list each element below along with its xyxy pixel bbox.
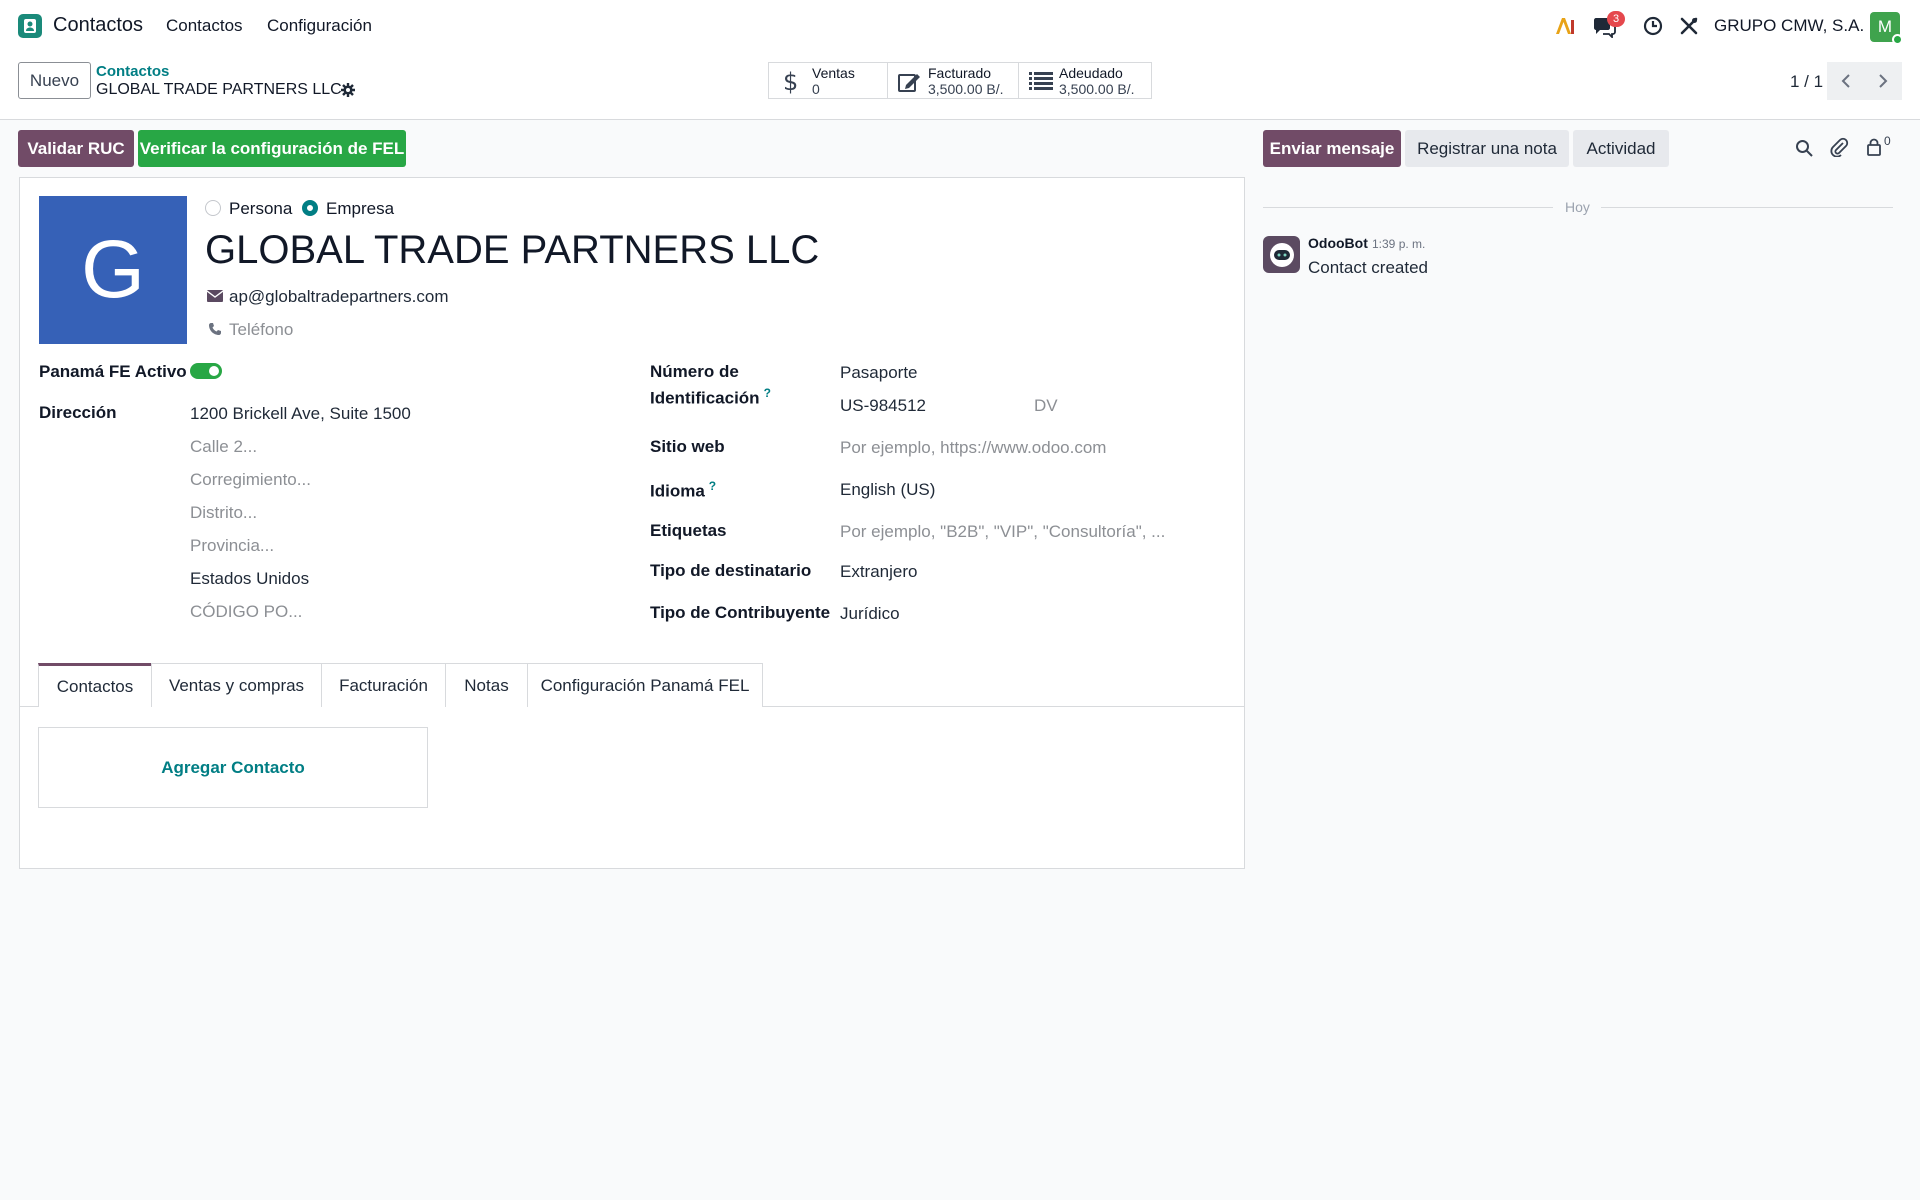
contact-name[interactable]: GLOBAL TRADE PARTNERS LLC bbox=[205, 228, 819, 273]
tab-notas[interactable]: Notas bbox=[445, 663, 528, 707]
smart-label: Facturado bbox=[928, 65, 992, 81]
help-icon[interactable]: ? bbox=[764, 386, 771, 400]
messages-badge: 3 bbox=[1607, 11, 1625, 27]
id-number-label-line1: Número de bbox=[650, 362, 739, 381]
gear-icon[interactable] bbox=[341, 83, 355, 97]
id-number-label-text: Identificación bbox=[650, 388, 760, 408]
edit-icon bbox=[898, 71, 922, 93]
ai-icon[interactable] bbox=[1554, 16, 1576, 36]
user-status-dot bbox=[1892, 34, 1903, 45]
street2-field[interactable]: Calle 2... bbox=[190, 437, 257, 457]
add-contact-card[interactable]: Agregar Contacto bbox=[38, 727, 428, 808]
smart-button-ventas[interactable]: $ Ventas 0 bbox=[768, 62, 888, 99]
clock-icon[interactable] bbox=[1643, 16, 1663, 36]
menu-contactos[interactable]: Contactos bbox=[166, 16, 243, 36]
tags-label: Etiquetas bbox=[650, 521, 727, 540]
smart-label: Ventas bbox=[812, 65, 855, 81]
street-field[interactable]: 1200 Brickell Ave, Suite 1500 bbox=[190, 404, 411, 424]
tab-facturacion[interactable]: Facturación bbox=[321, 663, 446, 707]
distrito-field[interactable]: Distrito... bbox=[190, 503, 257, 523]
smart-button-adeudado[interactable]: Adeudado 3,500.00 B/. bbox=[1018, 62, 1152, 99]
breadcrumb-parent[interactable]: Contactos bbox=[96, 63, 169, 80]
user-avatar-initial: M bbox=[1877, 17, 1893, 36]
verificar-fel-button[interactable]: Verificar la configuración de FEL bbox=[138, 130, 406, 167]
address-label: Dirección bbox=[39, 403, 117, 422]
tab-ventas-compras[interactable]: Ventas y compras bbox=[151, 663, 322, 707]
smart-label: Adeudado bbox=[1059, 65, 1123, 81]
smart-button-facturado[interactable]: Facturado 3,500.00 B/. bbox=[887, 62, 1019, 99]
list-icon bbox=[1029, 72, 1053, 90]
recipient-type-label: Tipo de destinatario bbox=[650, 561, 812, 580]
activity-button[interactable]: Actividad bbox=[1573, 130, 1669, 167]
fe-active-toggle[interactable] bbox=[190, 363, 222, 379]
taxpayer-type-label: Tipo de Contribuyente bbox=[650, 603, 831, 622]
toggle-knob bbox=[209, 366, 219, 376]
smart-value: 3,500.00 B/. bbox=[1059, 81, 1135, 97]
help-icon[interactable]: ? bbox=[709, 479, 716, 493]
svg-text:$: $ bbox=[783, 68, 797, 94]
language-label-text: Idioma bbox=[650, 481, 705, 501]
message-body: Contact created bbox=[1308, 258, 1429, 277]
country-field[interactable]: Estados Unidos bbox=[190, 569, 309, 589]
dv-field[interactable]: DV bbox=[1034, 396, 1058, 416]
tab-configuracion-fel[interactable]: Configuración Panamá FEL bbox=[527, 663, 763, 707]
envelope-icon bbox=[207, 290, 223, 302]
corregimiento-field[interactable]: Corregimiento... bbox=[190, 470, 311, 490]
validar-ruc-button[interactable]: Validar RUC bbox=[18, 130, 134, 167]
radio-empresa-label[interactable]: Empresa bbox=[326, 199, 394, 219]
pager-value[interactable]: 1 / 1 bbox=[1790, 72, 1823, 92]
phone-field[interactable]: Teléfono bbox=[229, 320, 293, 340]
contact-avatar-letter: G bbox=[81, 224, 145, 315]
company-switcher[interactable]: GRUPO CMW, S.A. bbox=[1714, 16, 1864, 36]
email-field[interactable]: ap@globaltradepartners.com bbox=[229, 287, 449, 307]
menu-configuracion[interactable]: Configuración bbox=[267, 16, 372, 36]
tools-icon[interactable] bbox=[1679, 16, 1699, 36]
paperclip-icon[interactable] bbox=[1829, 137, 1849, 157]
website-field[interactable]: Por ejemplo, https://www.odoo.com bbox=[840, 438, 1106, 458]
contact-avatar[interactable]: G bbox=[39, 196, 187, 344]
radio-persona[interactable] bbox=[205, 200, 221, 216]
id-type-select[interactable]: Pasaporte bbox=[840, 363, 918, 383]
date-divider-right bbox=[1601, 207, 1893, 208]
radio-persona-label[interactable]: Persona bbox=[229, 199, 292, 219]
website-label: Sitio web bbox=[650, 437, 725, 456]
followers-count: 0 bbox=[1884, 134, 1891, 148]
pager-previous[interactable] bbox=[1827, 62, 1865, 100]
smart-value: 0 bbox=[812, 81, 820, 97]
log-note-button[interactable]: Registrar una nota bbox=[1405, 130, 1569, 167]
tags-field[interactable]: Por ejemplo, "B2B", "VIP", "Consultoría"… bbox=[840, 522, 1165, 542]
chevron-right-icon bbox=[1879, 74, 1888, 88]
id-number-field[interactable]: US-984512 bbox=[840, 396, 926, 416]
message-time: 1:39 p. m. bbox=[1372, 237, 1426, 251]
radio-empresa[interactable] bbox=[302, 200, 318, 216]
odoobot-avatar bbox=[1263, 236, 1300, 273]
top-navbar: Contactos Contactos Configuración 3 GRUP… bbox=[0, 0, 1920, 52]
send-message-button[interactable]: Enviar mensaje bbox=[1263, 130, 1401, 167]
recipient-type-select[interactable]: Extranjero bbox=[840, 562, 917, 582]
breadcrumb-current: GLOBAL TRADE PARTNERS LLC bbox=[96, 81, 342, 98]
language-label: Idioma? bbox=[650, 479, 716, 502]
new-button[interactable]: Nuevo bbox=[18, 62, 91, 99]
search-icon[interactable] bbox=[1795, 139, 1813, 157]
date-divider-left bbox=[1263, 207, 1553, 208]
phone-icon bbox=[208, 322, 222, 336]
add-contact-button[interactable]: Agregar Contacto bbox=[161, 758, 305, 778]
followers-icon[interactable] bbox=[1866, 138, 1882, 156]
id-number-label-line2: Identificación? bbox=[650, 386, 771, 409]
zip-field[interactable]: CÓDIGO PO... bbox=[190, 602, 302, 622]
fe-active-label: Panamá FE Activo bbox=[39, 362, 187, 381]
smart-value: 3,500.00 B/. bbox=[928, 81, 1004, 97]
taxpayer-type-select[interactable]: Jurídico bbox=[840, 604, 900, 624]
tab-contactos[interactable]: Contactos bbox=[38, 663, 152, 707]
chevron-left-icon bbox=[1841, 74, 1850, 88]
dollar-icon: $ bbox=[783, 68, 797, 94]
date-separator: Hoy bbox=[1565, 199, 1590, 215]
pager-next[interactable] bbox=[1864, 62, 1902, 100]
app-name[interactable]: Contactos bbox=[53, 14, 143, 37]
language-select[interactable]: English (US) bbox=[840, 480, 935, 500]
provincia-field[interactable]: Provincia... bbox=[190, 536, 274, 556]
message-author[interactable]: OdooBot bbox=[1308, 235, 1368, 251]
app-icon[interactable] bbox=[18, 14, 42, 38]
